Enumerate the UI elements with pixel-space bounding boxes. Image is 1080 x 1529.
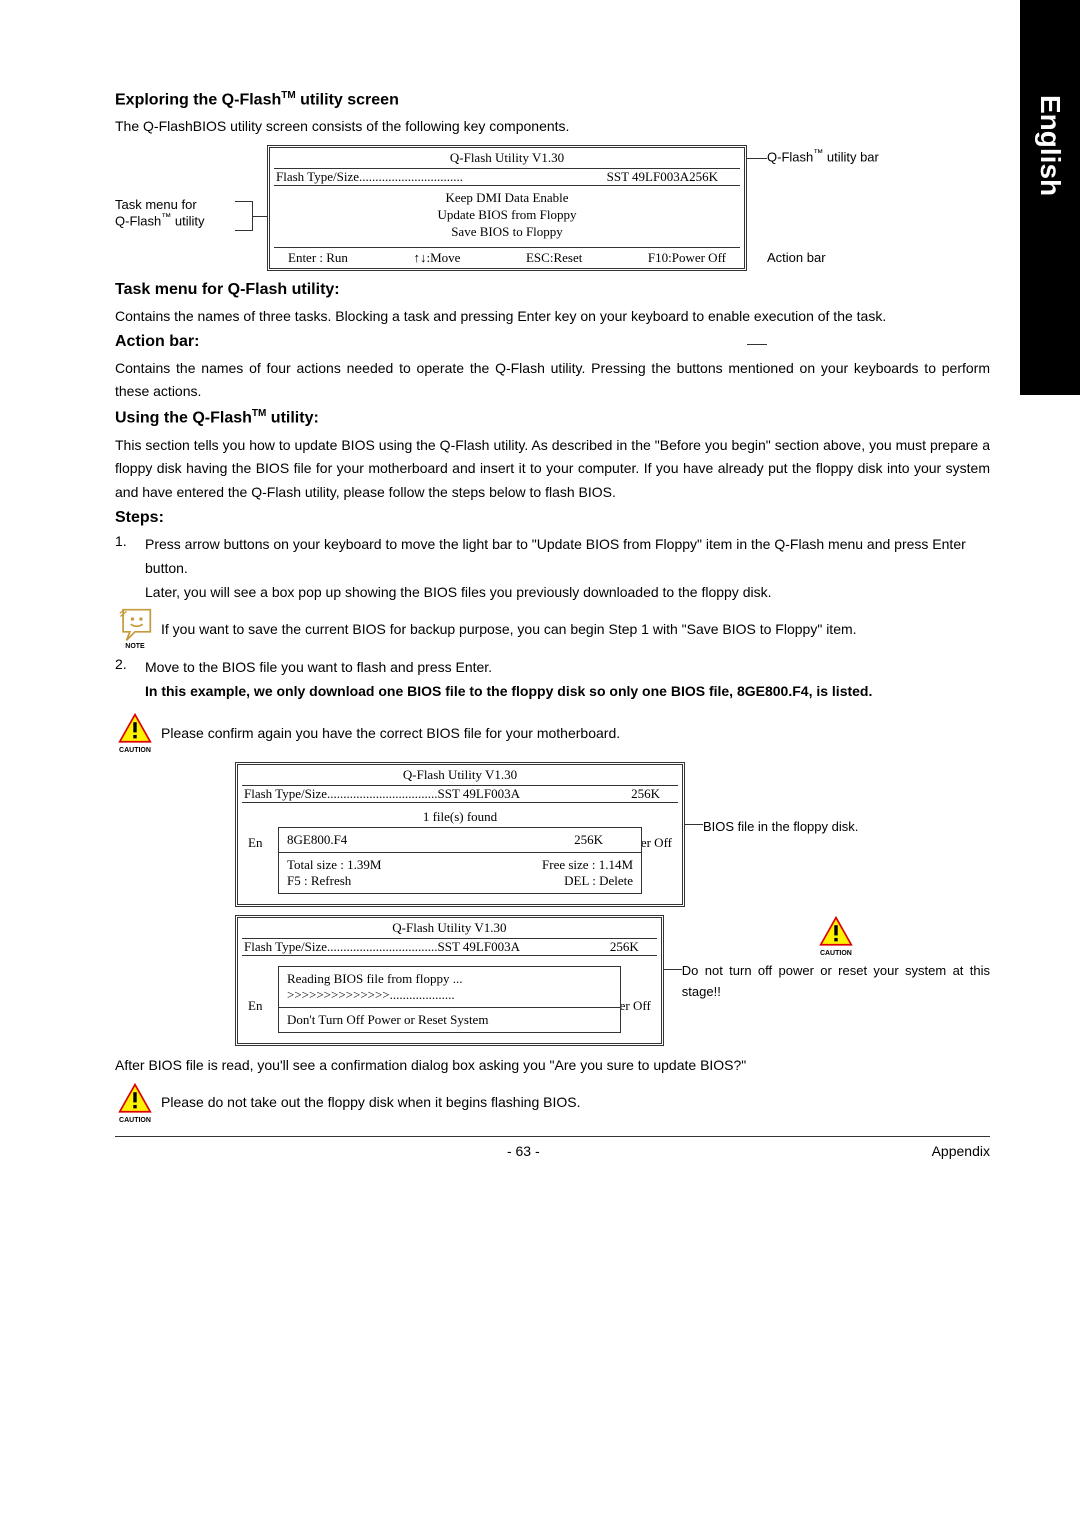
step-2: 2. Move to the BIOS file you want to fla…: [115, 656, 990, 704]
qflash-flash-type-row: Flash Type/Size ........................…: [270, 169, 744, 185]
caution-row-1: CAUTION Please confirm again you have th…: [115, 712, 990, 754]
para-after: After BIOS file is read, you'll see a co…: [115, 1054, 990, 1078]
files-found-label: 1 file(s) found: [238, 809, 682, 825]
para-explore: The Q-FlashBIOS utility screen consists …: [115, 115, 990, 139]
qflash-utility-box: Q-Flash Utility V1.30 Flash Type/Size ..…: [267, 145, 747, 271]
note-row: NOTE If you want to save the current BIO…: [115, 608, 990, 650]
note-icon: NOTE: [115, 608, 155, 650]
diagram3-right-label: CAUTION Do not turn off power or reset y…: [664, 915, 990, 1046]
steps-list-2: 2. Move to the BIOS file you want to fla…: [115, 656, 990, 704]
connector-line: [253, 216, 267, 217]
qflash-title: Q-Flash Utility V1.30: [270, 148, 744, 168]
diagram-right-labels: Q-Flash™ utility bar Action bar: [747, 145, 879, 265]
caution-icon: CAUTION: [115, 1082, 155, 1124]
qflash2-title: Q-Flash Utility V1.30: [238, 765, 682, 785]
diagram-reading-bios: Q-Flash Utility V1.30 Flash Type/Size ..…: [115, 915, 990, 1046]
diagram-left-label: Task menu for Q-Flash™ utility: [115, 145, 235, 228]
qflash2-flash-row: Flash Type/Size ........................…: [238, 786, 682, 802]
bios-file-box: 8GE800.F4 256K Total size : 1.39M Free s…: [278, 827, 642, 894]
para-task-menu: Contains the names of three tasks. Block…: [115, 305, 990, 329]
steps-list: 1. Press arrow buttons on your keyboard …: [115, 533, 990, 604]
page-content: Exploring the Q-FlashTM utility screen T…: [0, 0, 1080, 1529]
para-using: This section tells you how to update BIO…: [115, 434, 990, 505]
step-1: 1. Press arrow buttons on your keyboard …: [115, 533, 990, 604]
heading-using: Using the Q-FlashTM utility:: [115, 408, 990, 427]
diagram-bios-file: Q-Flash Utility V1.30 Flash Type/Size ..…: [115, 762, 990, 907]
diagram-qflash-screen: Task menu for Q-Flash™ utility Q-Flash U…: [115, 145, 990, 271]
qflash-action-bar: Enter : Run ↑↓:Move ESC:Reset F10:Power …: [270, 248, 744, 268]
heading-steps: Steps:: [115, 509, 990, 527]
heading-exploring: Exploring the Q-FlashTM utility screen: [115, 90, 990, 109]
heading-action-bar: Action bar:: [115, 333, 990, 351]
page-number: - 63 -: [507, 1143, 540, 1159]
qflash3-flash-row: Flash Type/Size ........................…: [238, 939, 661, 955]
heading-task-menu: Task menu for Q-Flash utility:: [115, 281, 990, 299]
caution-icon: CAUTION: [115, 712, 155, 754]
caution-row-2: CAUTION Please do not take out the flopp…: [115, 1082, 990, 1124]
para-action-bar: Contains the names of four actions neede…: [115, 357, 990, 405]
bios-file-name: 8GE800.F4: [287, 832, 347, 848]
page-footer: - 63 - Appendix: [115, 1137, 990, 1165]
qflash3-title: Q-Flash Utility V1.30: [238, 918, 661, 938]
qflash-menu: Keep DMI Data Enable Update BIOS from Fl…: [270, 186, 744, 247]
caution-icon: CAUTION: [682, 915, 990, 957]
reading-box: Reading BIOS file from floppy ... >>>>>>…: [278, 966, 621, 1033]
diagram2-right-label: BIOS file in the floppy disk.: [685, 762, 858, 907]
footer-section: Appendix: [932, 1143, 990, 1159]
bracket-icon: [235, 201, 253, 231]
